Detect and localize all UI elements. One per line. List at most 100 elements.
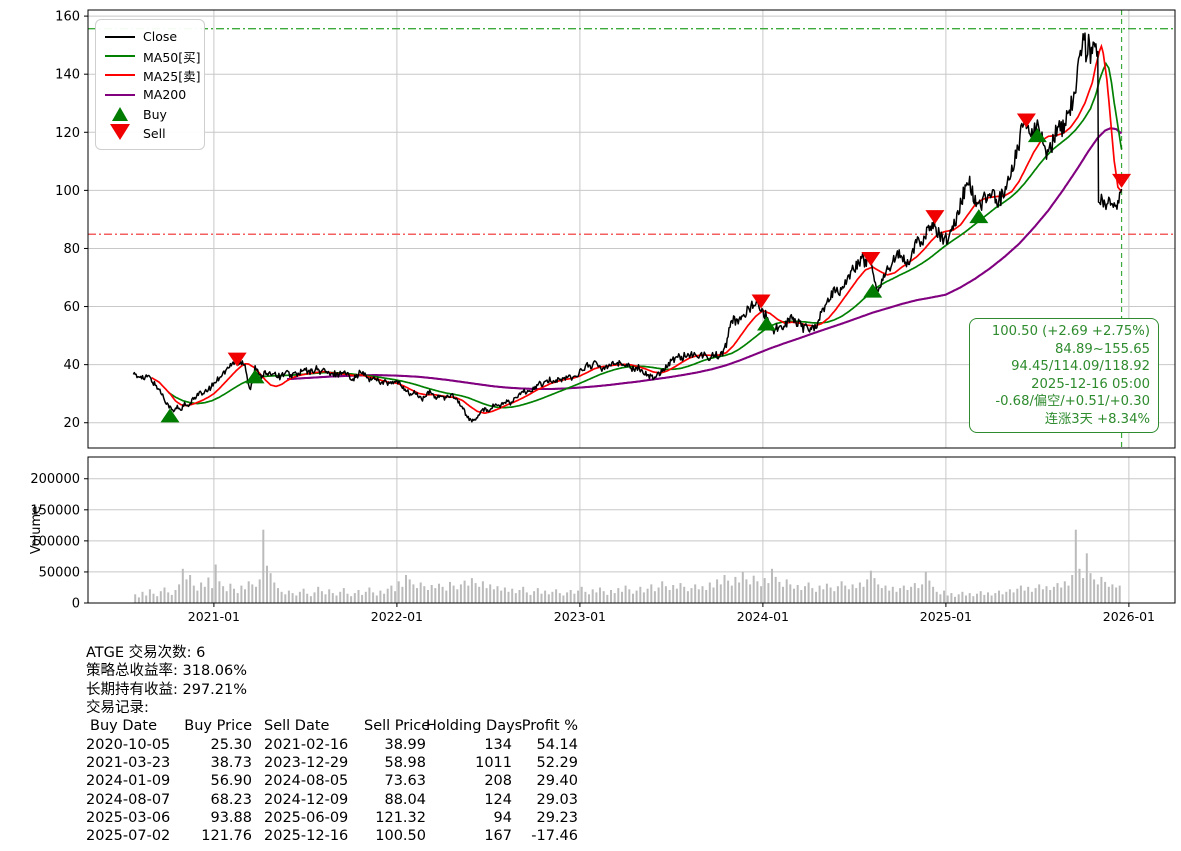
legend-label: Sell (143, 126, 166, 141)
trade-cell: 1011 (426, 754, 512, 772)
svg-text:140: 140 (55, 68, 80, 83)
trade-cell: 2025-07-02 (86, 827, 182, 845)
svg-text:2023-01: 2023-01 (554, 609, 606, 624)
trade-cell: 58.98 (364, 754, 426, 772)
svg-text:50000: 50000 (39, 565, 80, 580)
legend-label: MA25[卖] (143, 66, 201, 85)
gridlines (88, 10, 1175, 603)
svg-text:100: 100 (55, 184, 80, 199)
strategy-report: ATGE 交易次数: 6 策略总收益率: 318.06% 长期持有收益: 297… (86, 644, 578, 846)
trade-row: 2021-03-2338.732023-12-2958.98101152.29 (86, 754, 578, 772)
buy-triangle-icon (105, 107, 135, 121)
trade-cell: 2024-12-09 (252, 791, 364, 809)
trade-cell: 29.03 (512, 791, 578, 809)
legend-item-close: Close (105, 27, 195, 46)
trade-cell: 29.40 (512, 772, 578, 790)
annotation-streak-line: 连涨3天 +8.34% (978, 411, 1150, 429)
svg-text:20: 20 (63, 416, 80, 431)
trade-cell: 167 (426, 827, 512, 845)
trade-cell: 68.23 (182, 791, 252, 809)
trade-cell: 121.76 (182, 827, 252, 845)
header-buy-date: Buy Date (86, 717, 182, 735)
trade-cell: 54.14 (512, 736, 578, 754)
legend-label: Close (143, 29, 177, 44)
sell-triangle-icon (105, 127, 135, 140)
trade-count-line: ATGE 交易次数: 6 (86, 644, 578, 662)
sell-marker (1017, 113, 1036, 127)
trade-cell: 25.30 (182, 736, 252, 754)
trade-cell: 29.23 (512, 809, 578, 827)
trade-cell: 2024-01-09 (86, 772, 182, 790)
header-buy-price: Buy Price (182, 717, 252, 735)
trade-cell: 2024-08-07 (86, 791, 182, 809)
ma50-line-swatch (105, 55, 135, 57)
trade-cell: 93.88 (182, 809, 252, 827)
trade-cell: 73.63 (364, 772, 426, 790)
trade-cell: 2021-03-23 (86, 754, 182, 772)
trade-row: 2025-07-02121.762025-12-16100.50167-17.4… (86, 827, 578, 845)
trade-cell: 38.73 (182, 754, 252, 772)
trade-cell: 56.90 (182, 772, 252, 790)
trade-cell: 2025-03-06 (86, 809, 182, 827)
svg-text:200000: 200000 (30, 472, 80, 487)
svg-text:2026-01: 2026-01 (1103, 609, 1155, 624)
annotation-levels-line: 94.45/114.09/118.92 (978, 358, 1150, 376)
trade-cell: 2023-12-29 (252, 754, 364, 772)
volume-axis-label: Volume (29, 506, 44, 554)
trade-cell: 2025-06-09 (252, 809, 364, 827)
sell-marker (1112, 174, 1131, 188)
legend-label: MA200 (143, 87, 186, 102)
strategy-return-line: 策略总收益率: 318.06% (86, 662, 578, 680)
annotation-price-line: 100.50 (+2.69 +2.75%) (978, 323, 1150, 341)
svg-text:160: 160 (55, 10, 80, 25)
svg-text:40: 40 (63, 358, 80, 373)
buy-marker (757, 317, 776, 331)
trade-cell: 134 (426, 736, 512, 754)
trades-table-body: 2020-10-0525.302021-02-1638.9913454.1420… (86, 736, 578, 846)
trade-cell: 121.32 (364, 809, 426, 827)
svg-text:80: 80 (63, 242, 80, 257)
trade-cell: 124 (426, 791, 512, 809)
legend-item-ma25: MA25[卖] (105, 66, 195, 85)
close-line-swatch (105, 36, 135, 38)
trade-row: 2020-10-0525.302021-02-1638.9913454.14 (86, 736, 578, 754)
trades-table-header: Buy Date Buy Price Sell Date Sell Price … (86, 717, 578, 735)
trade-cell: 94 (426, 809, 512, 827)
trade-cell: 88.04 (364, 791, 426, 809)
svg-text:2021-01: 2021-01 (188, 609, 240, 624)
svg-text:2024-01: 2024-01 (737, 609, 789, 624)
legend-item-sell: Sell (105, 124, 195, 143)
trade-cell: 2024-08-05 (252, 772, 364, 790)
header-holding-days: Holding Days (426, 717, 512, 735)
trades-title-line: 交易记录: (86, 699, 578, 717)
stock-chart-figure: 2040608010012014016005000010000015000020… (0, 0, 1181, 851)
legend-label: MA50[买] (143, 47, 201, 66)
trade-row: 2025-03-0693.882025-06-09121.329429.23 (86, 809, 578, 827)
header-sell-price: Sell Price (364, 717, 426, 735)
trade-row: 2024-08-0768.232024-12-0988.0412429.03 (86, 791, 578, 809)
trade-cell: 52.29 (512, 754, 578, 772)
trade-cell: 2025-12-16 (252, 827, 364, 845)
ma200-line-swatch (105, 94, 135, 96)
svg-text:2022-01: 2022-01 (371, 609, 423, 624)
trade-cell: 208 (426, 772, 512, 790)
legend-item-ma200: MA200 (105, 85, 195, 104)
legend-item-buy: Buy (105, 105, 195, 124)
quote-annotation-box: 100.50 (+2.69 +2.75%) 84.89~155.65 94.45… (969, 318, 1159, 433)
trade-cell: 2021-02-16 (252, 736, 364, 754)
legend: Close MA50[买] MA25[卖] MA200 Buy Sell (95, 19, 205, 150)
sell-marker (925, 210, 944, 224)
legend-label: Buy (143, 107, 167, 122)
svg-text:120: 120 (55, 126, 80, 141)
svg-text:60: 60 (63, 300, 80, 315)
header-profit: Profit % (512, 717, 578, 735)
trade-cell: 2020-10-05 (86, 736, 182, 754)
hold-return-line: 长期持有收益: 297.21% (86, 681, 578, 699)
ma25-line-swatch (105, 74, 135, 76)
trade-row: 2024-01-0956.902024-08-0573.6320829.40 (86, 772, 578, 790)
trade-cell: 100.50 (364, 827, 426, 845)
svg-text:2025-01: 2025-01 (920, 609, 972, 624)
annotation-range-line: 84.89~155.65 (978, 341, 1150, 359)
legend-item-ma50: MA50[买] (105, 46, 195, 65)
annotation-date-line: 2025-12-16 05:00 (978, 376, 1150, 394)
